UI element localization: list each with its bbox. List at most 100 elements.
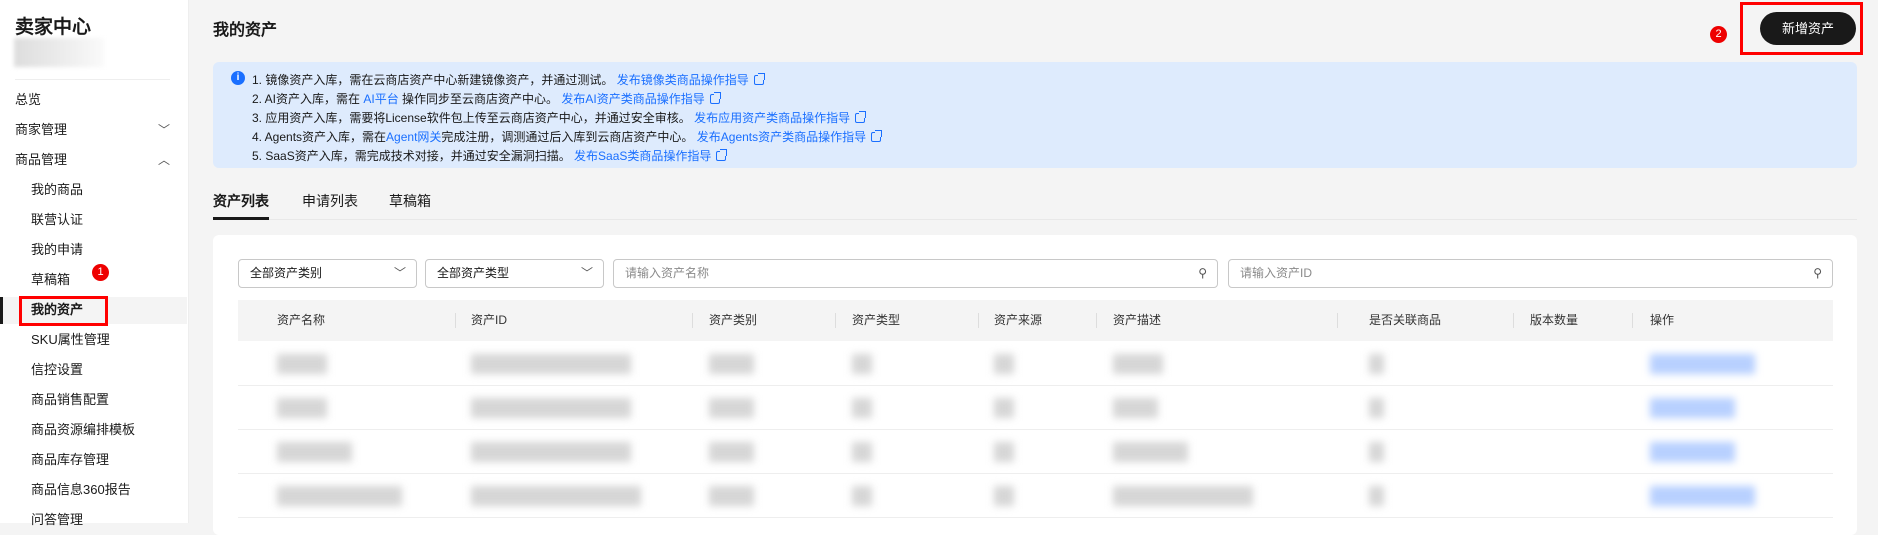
asset-category-select[interactable]: 全部资产类别 ﹀: [238, 259, 417, 288]
table-row[interactable]: [238, 386, 1833, 430]
blurred-cell: [994, 354, 1014, 374]
sidebar-item-sales-config[interactable]: 商品销售配置: [31, 387, 170, 413]
agent-gateway-link[interactable]: Agent网关: [386, 130, 441, 144]
label: 商家管理: [15, 122, 68, 137]
blurred-cell: [852, 486, 872, 506]
label: SKU属性管理: [31, 332, 110, 347]
sidebar-item-qa[interactable]: 问答管理: [31, 507, 170, 533]
blurred-cell: [277, 486, 402, 506]
external-link-icon: [753, 73, 765, 85]
search-icon[interactable]: ⚲: [1198, 260, 1207, 287]
text: 1. 镜像资产入库，需在云商店资产中心新建镜像资产，并通过测试。: [252, 73, 614, 87]
column-separator: [692, 313, 693, 328]
page-title: 我的资产: [213, 22, 278, 39]
blurred-cell: [709, 398, 754, 418]
divider: [15, 79, 170, 80]
placeholder: 请输入资产名称: [625, 266, 710, 280]
search-icon[interactable]: ⚲: [1813, 260, 1822, 287]
column-header: 版本数量: [1530, 313, 1579, 327]
guide-link-app[interactable]: 发布应用资产类商品操作指导: [694, 111, 850, 125]
label: 联营认证: [31, 212, 84, 227]
blurred-cell: [471, 354, 631, 374]
sidebar-item-my-applications[interactable]: 我的申请: [31, 237, 170, 263]
blurred-cell: [277, 354, 327, 374]
chevron-down-icon: ﹀: [580, 266, 593, 280]
sidebar-item-products[interactable]: 商品管理 ︿: [15, 147, 170, 173]
column-separator: [1096, 313, 1097, 328]
blurred-cell: [471, 442, 631, 462]
info-banner: i 1. 镜像资产入库，需在云商店资产中心新建镜像资产，并通过测试。 发布镜像类…: [213, 62, 1857, 168]
blurred-cell: [852, 398, 872, 418]
asset-type-select[interactable]: 全部资产类型 ﹀: [425, 259, 604, 288]
sidebar-item-inventory[interactable]: 商品库存管理: [31, 447, 170, 473]
blurred-cell: [471, 398, 631, 418]
sidebar: 卖家中心 总览 商家管理 ﹀ 商品管理 ︿ 我的商品 联营认证 我的申请 草稿箱 我…: [0, 0, 189, 527]
external-link-icon: [709, 92, 721, 104]
blurred-cell: [277, 398, 327, 418]
sidebar-item-merchant[interactable]: 商家管理 ﹀: [15, 117, 170, 143]
sidebar-item-sku[interactable]: SKU属性管理: [31, 327, 170, 353]
sidebar-item-templates[interactable]: 商品资源编排模板: [31, 417, 170, 443]
sidebar-title: 卖家中心: [15, 17, 92, 38]
chevron-down-icon: ﹀: [393, 266, 406, 280]
blurred-actions[interactable]: [1650, 354, 1755, 374]
annotation-badge-2: 2: [1710, 26, 1727, 43]
placeholder: 请输入资产ID: [1240, 266, 1313, 280]
sidebar-item-joint-cert[interactable]: 联营认证: [31, 207, 170, 233]
tab-drafts[interactable]: 草稿箱: [389, 191, 431, 220]
blurred-cell: [1113, 398, 1158, 418]
sidebar-item-credit[interactable]: 信控设置: [31, 357, 170, 383]
tabs: 资产列表 申请列表 草稿箱: [213, 187, 1857, 220]
table-row[interactable]: [238, 342, 1833, 386]
text: 完成注册，调测通过后入库到云商店资产中心。: [441, 130, 694, 144]
blurred-cell: [1113, 486, 1253, 506]
blurred-actions[interactable]: [1650, 398, 1735, 418]
blurred-cell: [1369, 486, 1384, 506]
guide-link-agents[interactable]: 发布Agents资产类商品操作指导: [697, 130, 866, 144]
label: 我的商品: [31, 182, 84, 197]
column-header: 资产类别: [709, 313, 758, 327]
sidebar-item-report[interactable]: 商品信息360报告: [31, 477, 170, 503]
label: 我的申请: [31, 242, 84, 257]
blurred-cell: [709, 442, 754, 462]
tab-application-list[interactable]: 申请列表: [302, 191, 358, 220]
blurred-cell: [1369, 354, 1384, 374]
external-link-icon: [716, 149, 728, 161]
column-separator: [835, 313, 836, 328]
asset-name-search-input[interactable]: 请输入资产名称 ⚲: [613, 259, 1218, 288]
blurred-actions[interactable]: [1650, 486, 1755, 506]
value: 全部资产类别: [250, 266, 323, 280]
label: 商品信息360报告: [31, 482, 131, 497]
sidebar-item-my-products[interactable]: 我的商品: [31, 177, 170, 203]
column-separator: [1632, 313, 1633, 328]
blurred-cell: [1369, 442, 1384, 462]
guide-link-ai[interactable]: 发布AI资产类商品操作指导: [561, 92, 704, 106]
column-header: 资产类型: [852, 313, 901, 327]
info-line: 2. AI资产入库，需在 AI平台 操作同步至云商店资产中心。 发布AI资产类商…: [252, 90, 721, 107]
table-row[interactable]: [238, 430, 1833, 474]
annotation-badge-1: 1: [92, 264, 109, 281]
ai-platform-link[interactable]: AI平台: [363, 92, 398, 106]
sidebar-item-overview[interactable]: 总览: [15, 87, 170, 113]
info-icon: i: [231, 71, 245, 85]
blurred-cell: [471, 486, 641, 506]
annotation-box-1: [19, 296, 108, 326]
guide-link-saas[interactable]: 发布SaaS类商品操作指导: [574, 149, 711, 163]
column-separator: [1513, 313, 1514, 328]
asset-id-search-input[interactable]: 请输入资产ID ⚲: [1228, 259, 1833, 288]
column-header: 资产名称: [277, 313, 326, 327]
blurred-cell: [994, 486, 1014, 506]
table-row[interactable]: [238, 474, 1833, 518]
tab-asset-list[interactable]: 资产列表: [213, 191, 269, 220]
label: 问答管理: [31, 512, 84, 527]
blurred-actions[interactable]: [1650, 442, 1735, 462]
guide-link-image[interactable]: 发布镜像类商品操作指导: [617, 73, 749, 87]
column-header: 资产描述: [1113, 313, 1162, 327]
label: 总览: [15, 92, 42, 107]
info-line: 4. Agents资产入库，需在Agent网关完成注册，调测通过后入库到云商店资…: [252, 128, 883, 145]
column-header: 资产来源: [994, 313, 1043, 327]
label: 商品库存管理: [31, 452, 110, 467]
external-link-icon: [855, 111, 867, 123]
text: 2. AI资产入库，需在: [252, 92, 364, 106]
blurred-cell: [1369, 398, 1384, 418]
